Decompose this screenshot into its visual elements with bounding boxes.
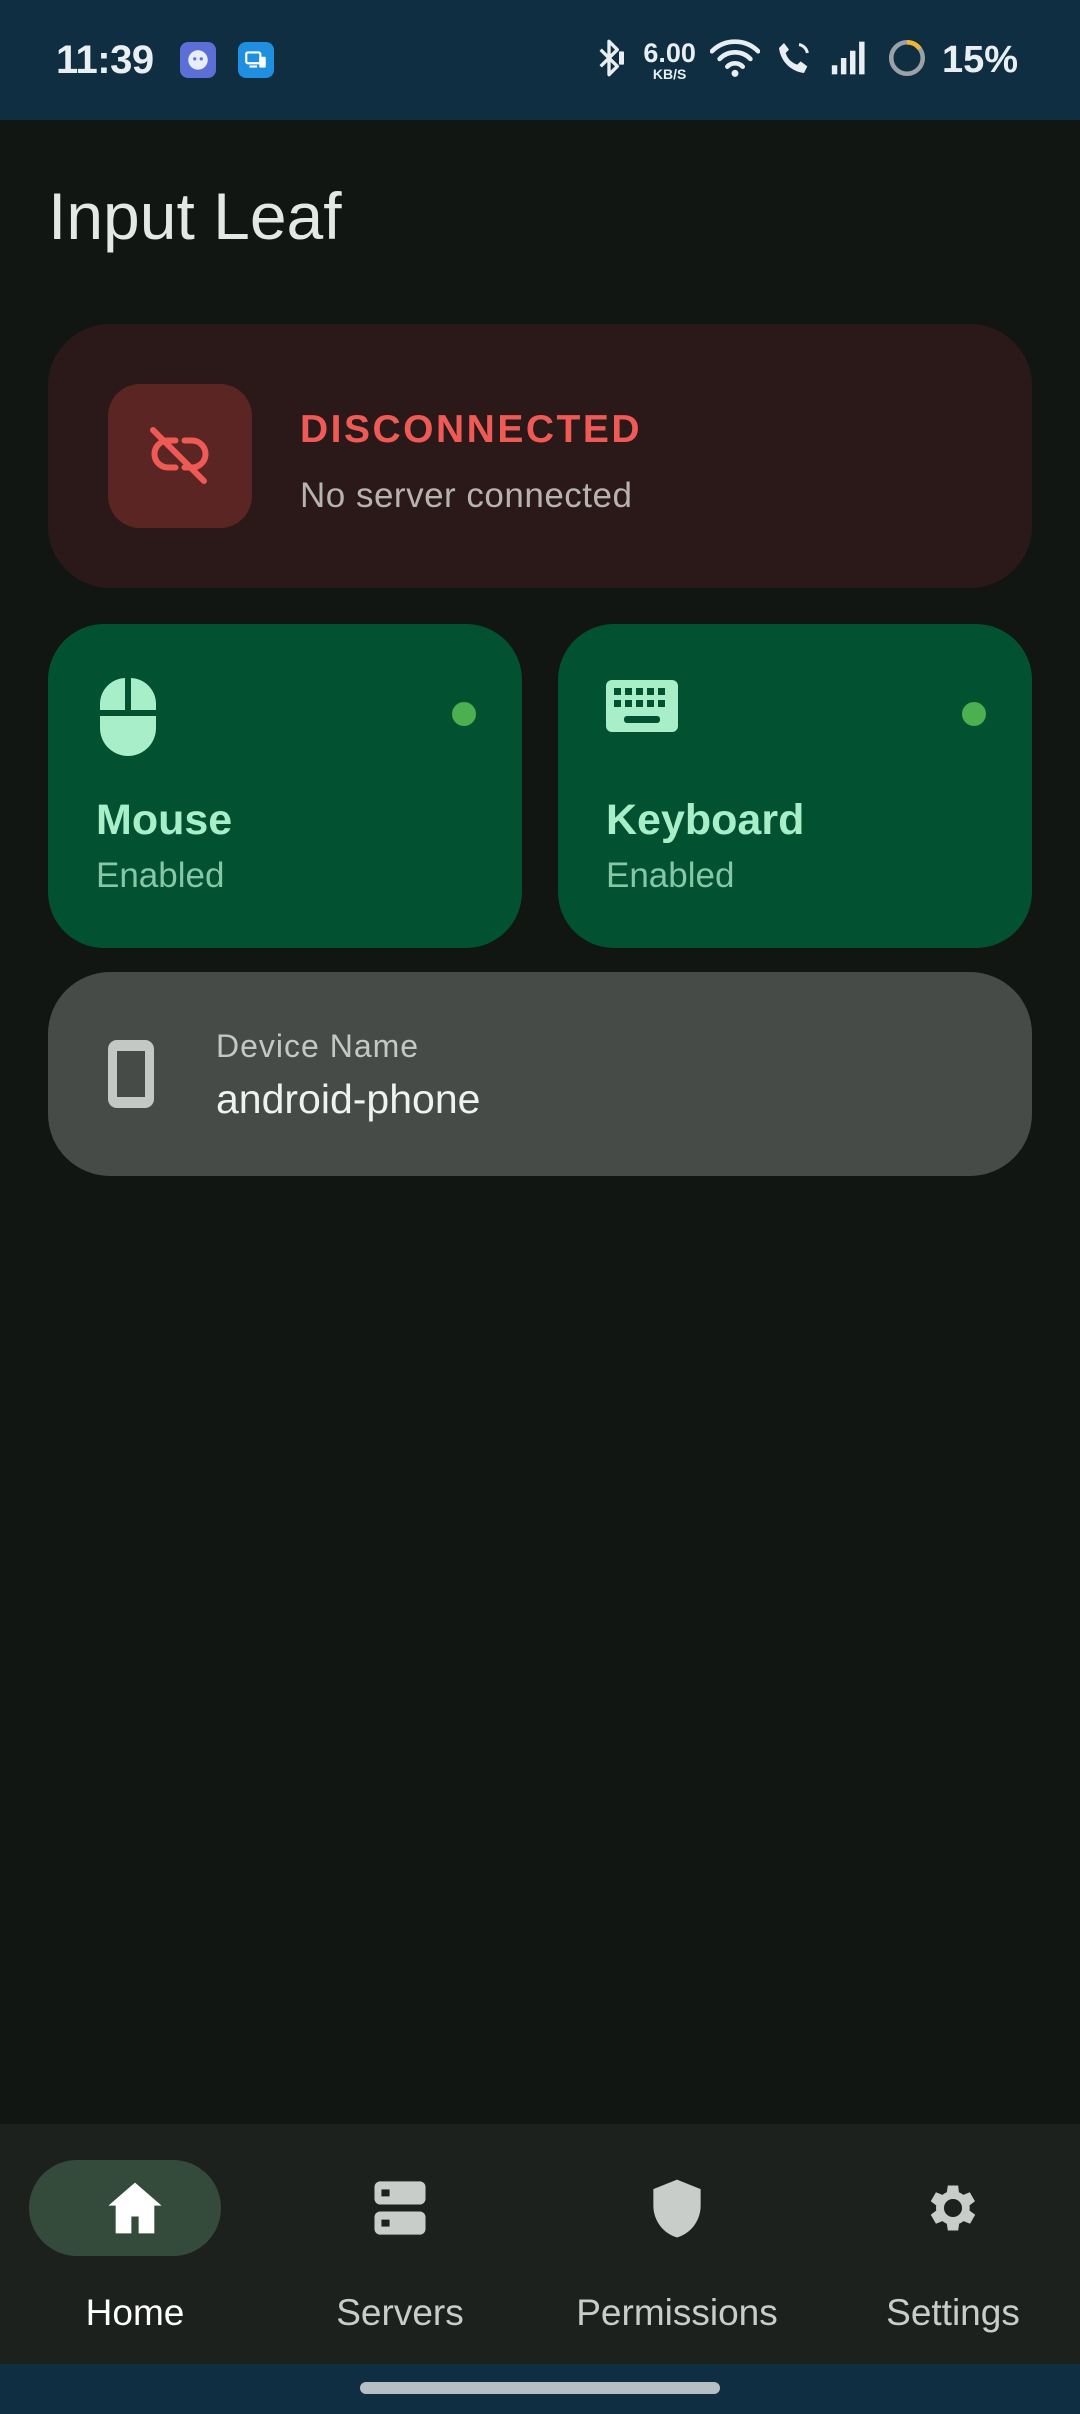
wifi-calling-icon <box>774 38 814 83</box>
mouse-state: Enabled <box>96 856 225 895</box>
nav-item-home[interactable]: Home <box>0 2124 270 2364</box>
battery-level: 15% <box>941 38 1018 81</box>
keyboard-toggle-card[interactable]: Keyboard Enabled <box>558 624 1032 948</box>
network-speed: 6.00 KB/S <box>643 37 696 82</box>
smartphone-icon <box>108 1040 154 1113</box>
connection-status-detail: No server connected <box>300 476 633 515</box>
connection-status-text: DISCONNECTED <box>300 408 643 451</box>
nav-item-permissions[interactable]: Permissions <box>542 2124 812 2364</box>
battery-ring-icon <box>886 37 928 84</box>
device-name-value: android-phone <box>216 1076 481 1122</box>
nav-label-home: Home <box>85 2292 185 2333</box>
connection-icon-box <box>108 384 252 528</box>
clock: 11:39 <box>56 37 154 82</box>
nav-item-settings[interactable]: Settings <box>818 2124 1080 2364</box>
signal-icon <box>828 38 872 83</box>
status-bar-right: 6.00 KB/S 15% <box>589 37 1018 84</box>
gear-icon <box>922 2177 984 2239</box>
keyboard-label: Keyboard <box>606 796 805 844</box>
mouse-label: Mouse <box>96 796 233 844</box>
keyboard-icon <box>606 676 678 737</box>
device-name-label: Device Name <box>216 1028 420 1064</box>
mouse-icon <box>96 676 160 761</box>
status-bar: 11:39 6.00 KB/S 15% <box>0 0 1080 120</box>
nav-item-servers[interactable]: Servers <box>265 2124 535 2364</box>
network-speed-unit: KB/S <box>652 65 687 82</box>
connection-status-card[interactable]: DISCONNECTED No server connected <box>48 324 1032 588</box>
keyboard-status-indicator <box>962 702 986 726</box>
nav-label-permissions: Permissions <box>576 2292 778 2333</box>
nav-label-servers: Servers <box>336 2292 464 2333</box>
link-off-icon <box>144 418 216 495</box>
page-title: Input Leaf <box>48 179 342 253</box>
bluetooth-icon <box>589 38 629 83</box>
notification-app-icon <box>179 42 216 78</box>
mouse-toggle-card[interactable]: Mouse Enabled <box>48 624 522 948</box>
status-bar-left: 11:39 <box>56 38 274 83</box>
device-name-card[interactable]: Device Name android-phone <box>48 972 1032 1176</box>
network-speed-value: 6.00 <box>643 37 696 68</box>
shield-icon <box>651 2177 703 2239</box>
servers-icon <box>372 2179 428 2237</box>
system-gesture-area <box>0 2364 1080 2414</box>
wifi-icon <box>709 38 761 83</box>
keyboard-state: Enabled <box>606 856 735 895</box>
cast-devices-icon <box>237 42 274 78</box>
home-icon <box>106 2180 164 2236</box>
bottom-navigation: Home Servers Permissions Settings <box>0 2124 1080 2364</box>
mouse-status-indicator <box>452 702 476 726</box>
nav-label-settings: Settings <box>886 2292 1020 2333</box>
gesture-handle[interactable] <box>360 2382 720 2394</box>
